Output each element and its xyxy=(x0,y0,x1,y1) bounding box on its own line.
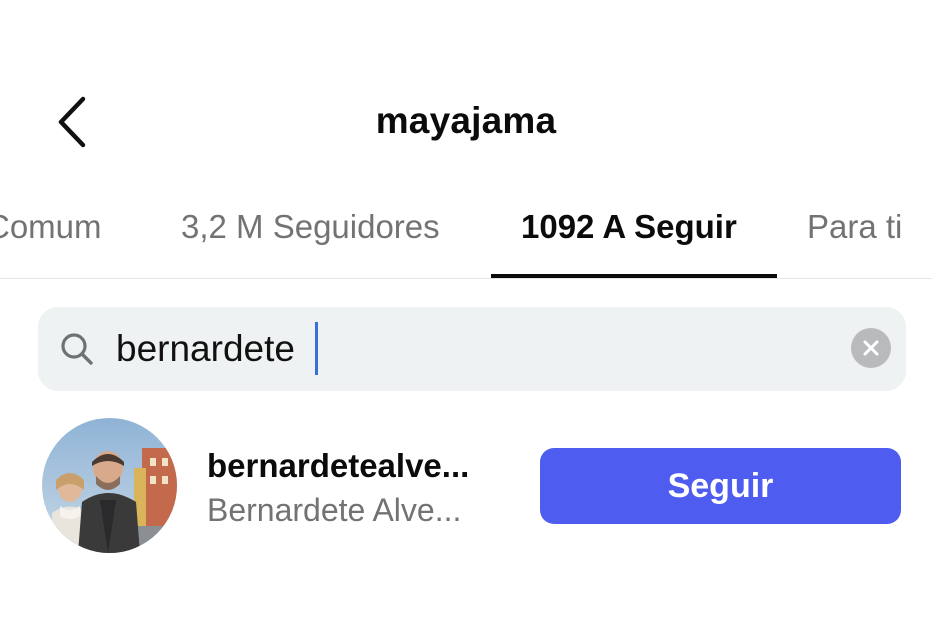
text-caret xyxy=(315,322,318,375)
tab-comum[interactable]: Comum xyxy=(0,208,102,246)
avatar-photo xyxy=(42,418,177,553)
result-username[interactable]: bernardetealve... xyxy=(207,447,469,485)
close-icon xyxy=(863,340,879,356)
active-tab-indicator xyxy=(491,274,777,278)
tab-a-seguir[interactable]: 1092 A Seguir xyxy=(521,208,737,246)
search-input[interactable] xyxy=(116,322,816,376)
result-full-name: Bernardete Alve... xyxy=(207,492,462,528)
list-item[interactable]: bernardetealve... Bernardete Alve... Seg… xyxy=(0,410,932,565)
avatar[interactable] xyxy=(42,418,177,553)
page-title: mayajama xyxy=(375,100,557,141)
follow-button[interactable]: Seguir xyxy=(540,448,901,524)
clear-search-button[interactable] xyxy=(851,328,891,368)
tab-para-ti[interactable]: Para ti xyxy=(807,208,902,246)
tab-bar: Comum 3,2 M Seguidores 1092 A Seguir Par… xyxy=(0,180,932,279)
profile-following-screen: mayajama Comum 3,2 M Seguidores 1092 A S… xyxy=(0,0,932,621)
search-bar[interactable] xyxy=(38,307,906,391)
tab-seguidores[interactable]: 3,2 M Seguidores xyxy=(181,208,440,246)
search-icon xyxy=(61,333,93,365)
